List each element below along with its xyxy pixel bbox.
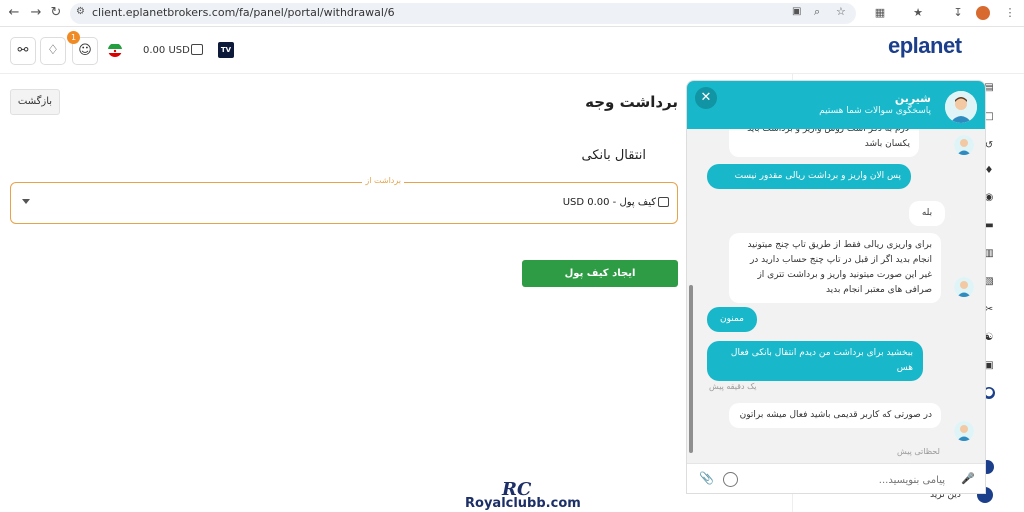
bookmark-star-icon[interactable]: ☆	[836, 5, 846, 18]
wallet-icon	[658, 197, 669, 207]
chat-message-input[interactable]	[745, 471, 945, 489]
create-wallet-button[interactable]: ایجاد کیف پول	[522, 260, 678, 287]
chat-input-bar: 🎤 📎	[687, 463, 985, 493]
user-profile-button[interactable]: ⚯	[10, 37, 36, 65]
agent-message: برای واریزی ریالی فقط از طریق تاپ چنج می…	[729, 233, 941, 303]
bookmarks-icon[interactable]: ★	[910, 5, 926, 21]
profile-avatar[interactable]	[976, 6, 990, 20]
chat-messages[interactable]: لازم به ذکر است روش واریز و برداشت باید …	[687, 129, 985, 463]
chevron-down-icon[interactable]	[22, 199, 30, 204]
forward-arrow-icon[interactable]: →	[28, 5, 44, 21]
menu-dots-icon[interactable]: ⋮	[1002, 5, 1018, 21]
emoji-icon[interactable]	[723, 472, 738, 487]
agent-avatar	[954, 277, 974, 297]
zoom-icon[interactable]: ⌕	[814, 5, 820, 19]
select-value: کیف پول - USD 0.00	[562, 197, 656, 208]
bell-icon: ♢	[47, 43, 59, 58]
iran-flag-icon[interactable]	[108, 43, 122, 57]
back-button[interactable]: بازگشت	[10, 89, 60, 115]
site-info-icon[interactable]: ⚙	[76, 6, 85, 17]
agent-avatar	[954, 421, 974, 441]
reload-icon[interactable]: ↻	[48, 5, 64, 21]
page-title: برداشت وجه	[585, 93, 678, 111]
section-title: انتقال بانکی	[581, 148, 646, 163]
agent-subtitle: پاسخگوی سوالات شما هستیم	[819, 106, 931, 116]
agent-message: لازم به ذکر است روش واریز و برداشت باید …	[729, 129, 919, 157]
tradingview-icon[interactable]: TV	[218, 42, 234, 58]
user-message: ممنون	[707, 307, 757, 332]
browser-toolbar: ← → ↻ ⚙ client.eplanetbrokers.com/fa/pan…	[0, 0, 1024, 27]
message-timestamp: یک دقیقه پیش	[709, 382, 757, 391]
chat-widget: ✕ شیرین پاسخگوی سوالات شما هستیم لازم به…	[686, 80, 986, 494]
agent-message: در صورتی که کاربر قدیمی باشید فعال میشه …	[729, 403, 941, 428]
agent-name: شیرین	[894, 92, 931, 105]
microphone-icon[interactable]: 🎤	[961, 472, 975, 485]
wallet-icon	[191, 44, 203, 55]
user-message: ببخشید برای برداشت من دیدم انتقال بانکی …	[707, 341, 923, 381]
back-arrow-icon[interactable]: ←	[6, 5, 22, 21]
chat-header: ✕ شیرین پاسخگوی سوالات شما هستیم	[687, 81, 985, 129]
balance-display: 0.00 USD	[143, 45, 190, 56]
agent-message: بله	[909, 201, 945, 226]
select-legend: برداشت از	[362, 176, 404, 185]
extensions-icon[interactable]: ▦	[872, 5, 888, 21]
user-message: پس الان واریز و برداشت ریالی مقدور نیست	[707, 164, 911, 189]
attach-icon[interactable]: 📎	[699, 471, 714, 485]
watermark-text: Royalclubb.com	[465, 496, 581, 511]
user-icon: ⚯	[17, 43, 29, 58]
translate-icon[interactable]: ▣	[792, 6, 801, 17]
notifications-button[interactable]: ♢	[40, 37, 66, 65]
address-bar[interactable]: ⚙ client.eplanetbrokers.com/fa/panel/por…	[70, 3, 856, 24]
face-icon: ☺	[78, 43, 92, 58]
eplanet-logo[interactable]: eplanet	[888, 33, 962, 59]
agent-avatar	[945, 91, 977, 123]
url-text: client.eplanetbrokers.com/fa/panel/porta…	[92, 6, 395, 19]
agent-avatar	[954, 135, 974, 155]
chat-scrollbar[interactable]	[689, 285, 693, 453]
notification-badge: 1	[67, 31, 80, 44]
message-timestamp: لحظاتی پیش	[897, 447, 940, 456]
close-icon[interactable]: ✕	[695, 87, 717, 109]
download-icon[interactable]: ↧	[950, 5, 966, 21]
